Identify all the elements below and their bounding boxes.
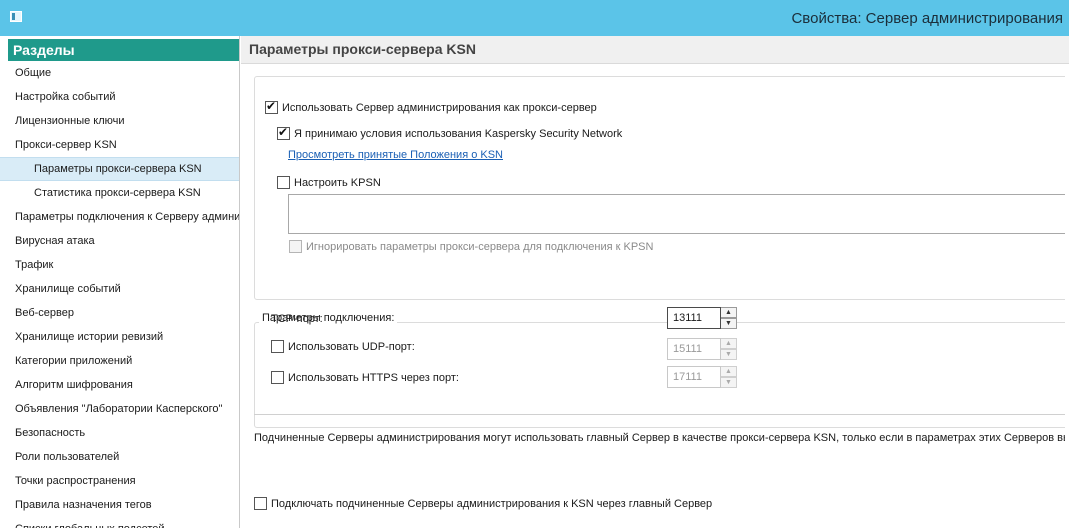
configure-kpsn-label: Настроить KPSN — [294, 176, 381, 189]
sidebar-item[interactable]: Веб-сервер — [0, 301, 239, 325]
https-port-up-button[interactable]: ▲ — [721, 366, 737, 377]
kpsn-config-textarea[interactable] — [288, 194, 1069, 234]
window-title: Свойства: Сервер администрирования — [791, 10, 1063, 27]
section-divider — [254, 414, 1069, 415]
connect-subordinate-label: Подключать подчиненные Серверы администр… — [271, 497, 713, 510]
sidebar-item[interactable]: Безопасность — [0, 421, 239, 445]
sidebar-item[interactable]: Хранилище событий — [0, 277, 239, 301]
page-title: Параметры прокси-сервера KSN — [249, 41, 476, 57]
https-port-spinner[interactable]: 17111 ▲ ▼ — [667, 366, 737, 388]
sidebar-item[interactable]: Точки распространения — [0, 469, 239, 493]
sections-sidebar: Разделы Общие Настройка событий Лицензионн… — [0, 36, 240, 528]
sidebar-item[interactable]: Настройка событий — [0, 85, 239, 109]
sidebar-header: Разделы — [8, 39, 239, 61]
accept-ksn-checkbox[interactable] — [277, 125, 290, 140]
https-port-label: Использовать HTTPS через порт: — [288, 371, 459, 384]
use-as-proxy-checkbox[interactable] — [265, 99, 278, 114]
use-as-proxy-label: Использовать Сервер администрирования ка… — [282, 101, 597, 114]
sidebar-item[interactable]: Правила назначения тегов — [0, 493, 239, 517]
main-panel: Параметры прокси-сервера KSN Использоват… — [241, 36, 1069, 528]
tcp-port-down-button[interactable]: ▼ — [721, 318, 737, 329]
view-terms-row: Просмотреть принятые Положения о KSN — [288, 149, 503, 161]
tcp-port-label: TCP-порт: — [271, 313, 323, 325]
window-icon — [10, 11, 22, 22]
udp-port-down-button[interactable]: ▼ — [721, 349, 737, 360]
sidebar-item[interactable]: Списки глобальных подсетей — [0, 517, 239, 528]
https-port-value[interactable]: 17111 — [667, 366, 721, 388]
ignore-proxy-row[interactable]: Игнорировать параметры прокси-сервера дл… — [289, 240, 653, 253]
sidebar-item[interactable]: Лицензионные ключи — [0, 109, 239, 133]
title-bar: Свойства: Сервер администрирования — [0, 0, 1069, 36]
tcp-port-value[interactable]: 13111 — [667, 307, 721, 329]
tcp-port-spinner[interactable]: 13111 ▲ ▼ — [667, 307, 737, 329]
sidebar-item[interactable]: Категории приложений — [0, 349, 239, 373]
tcp-port-row: TCP-порт: — [271, 313, 323, 325]
panel-scroll-edge — [1065, 64, 1069, 528]
sidebar-item[interactable]: Трафик — [0, 253, 239, 277]
configure-kpsn-checkbox[interactable] — [277, 176, 290, 189]
https-port-down-button[interactable]: ▼ — [721, 377, 737, 388]
sidebar-nav-list: Общие Настройка событий Лицензионные ключи… — [0, 61, 239, 528]
sidebar-item[interactable]: Роли пользователей — [0, 445, 239, 469]
tcp-port-up-button[interactable]: ▲ — [721, 307, 737, 318]
connect-subordinate-row[interactable]: Подключать подчиненные Серверы администр… — [254, 497, 712, 510]
udp-port-checkbox[interactable] — [271, 340, 284, 353]
sidebar-item[interactable]: Прокси-сервер KSN — [0, 133, 239, 157]
sidebar-item[interactable]: Параметры подключения к Серверу админи — [0, 205, 239, 229]
sidebar-item[interactable]: Алгоритм шифрования — [0, 373, 239, 397]
sidebar-item[interactable]: Общие — [0, 61, 239, 85]
view-ksn-terms-link[interactable]: Просмотреть принятые Положения о KSN — [288, 149, 503, 161]
ignore-proxy-checkbox[interactable] — [289, 240, 302, 253]
subordinate-info-text: Подчиненные Серверы администрирования мо… — [254, 432, 1069, 444]
sidebar-item[interactable]: Вирусная атака — [0, 229, 239, 253]
use-as-proxy-row[interactable]: Использовать Сервер администрирования ка… — [265, 99, 597, 114]
sidebar-item[interactable]: Объявления "Лаборатории Касперского" — [0, 397, 239, 421]
udp-port-value[interactable]: 15111 — [667, 338, 721, 360]
sidebar-item[interactable]: Хранилище истории ревизий — [0, 325, 239, 349]
accept-ksn-row[interactable]: Я принимаю условия использования Kaspers… — [277, 125, 623, 140]
https-port-row[interactable]: Использовать HTTPS через порт: — [271, 371, 459, 384]
connect-subordinate-checkbox[interactable] — [254, 497, 267, 510]
configure-kpsn-row[interactable]: Настроить KPSN — [277, 176, 381, 189]
ignore-proxy-label: Игнорировать параметры прокси-сервера дл… — [306, 240, 654, 253]
udp-port-row[interactable]: Использовать UDP-порт: — [271, 340, 415, 353]
udp-port-up-button[interactable]: ▲ — [721, 338, 737, 349]
panel-header: Параметры прокси-сервера KSN — [241, 36, 1069, 64]
udp-port-spinner[interactable]: 15111 ▲ ▼ — [667, 338, 737, 360]
udp-port-label: Использовать UDP-порт: — [288, 340, 415, 353]
accept-ksn-label: Я принимаю условия использования Kaspers… — [294, 127, 623, 140]
sidebar-item[interactable]: Параметры прокси-сервера KSN — [0, 157, 239, 181]
https-port-checkbox[interactable] — [271, 371, 284, 384]
sidebar-item[interactable]: Статистика прокси-сервера KSN — [0, 181, 239, 205]
